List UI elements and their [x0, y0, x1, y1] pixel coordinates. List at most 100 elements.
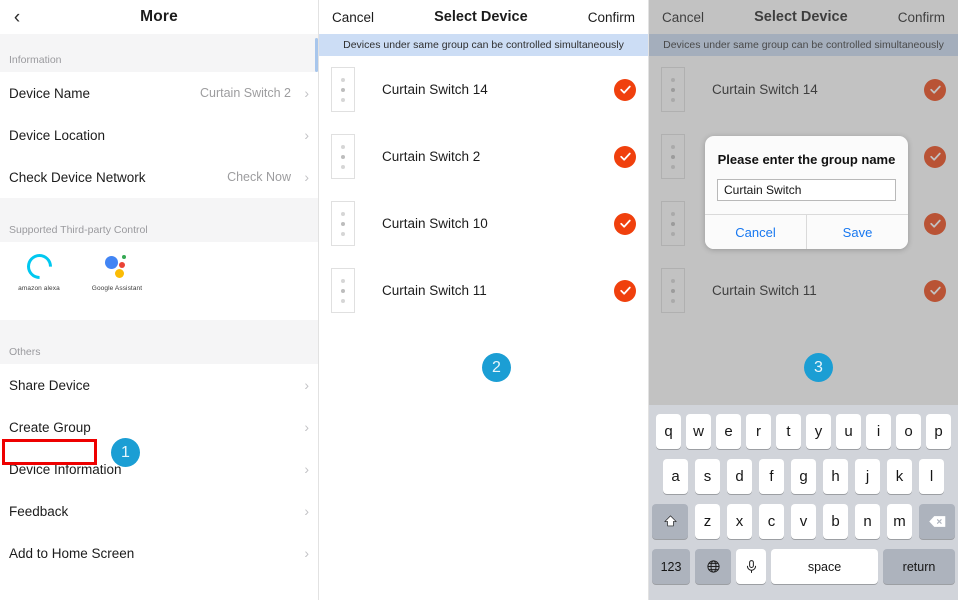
key-e[interactable]: e	[716, 414, 741, 449]
dialog-save-button[interactable]: Save	[806, 215, 908, 249]
row-label: Check Device Network	[9, 170, 227, 185]
dialog-input-wrapper	[705, 179, 908, 214]
key-u[interactable]: u	[836, 414, 861, 449]
key-m[interactable]: m	[887, 504, 912, 539]
chevron-right-icon: ›	[301, 378, 309, 392]
shift-up-icon[interactable]	[652, 504, 688, 539]
select-device-navbar: Cancel Select Device Confirm	[319, 0, 648, 34]
key-x[interactable]: x	[727, 504, 752, 539]
key-z[interactable]: z	[695, 504, 720, 539]
keyboard-row-1: q w e r t y u i o p	[649, 414, 958, 449]
page-title: More	[0, 8, 318, 26]
key-f[interactable]: f	[759, 459, 784, 494]
return-key[interactable]: return	[883, 549, 955, 584]
row-device-location[interactable]: Device Location ›	[0, 114, 318, 156]
dialog-cancel-button[interactable]: Cancel	[705, 215, 806, 249]
device-list-item[interactable]: Curtain Switch 2	[319, 123, 648, 190]
key-j[interactable]: j	[855, 459, 880, 494]
key-q[interactable]: q	[656, 414, 681, 449]
panel-select-device: Cancel Select Device Confirm Devices und…	[318, 0, 648, 600]
row-label: Device Information	[9, 462, 301, 477]
device-name: Curtain Switch 10	[382, 216, 614, 231]
key-y[interactable]: y	[806, 414, 831, 449]
key-k[interactable]: k	[887, 459, 912, 494]
row-label: Create Group	[9, 420, 301, 435]
key-a[interactable]: a	[663, 459, 688, 494]
chevron-right-icon: ›	[301, 504, 309, 518]
select-device-title: Select Device	[434, 9, 528, 25]
backspace-icon[interactable]	[919, 504, 955, 539]
key-t[interactable]: t	[776, 414, 801, 449]
info-banner: Devices under same group can be controll…	[319, 34, 648, 56]
row-feedback[interactable]: Feedback ›	[0, 490, 318, 532]
key-p[interactable]: p	[926, 414, 951, 449]
chevron-right-icon: ›	[301, 462, 309, 476]
confirm-button[interactable]: Confirm	[588, 10, 635, 25]
row-device-information[interactable]: Device Information ›	[0, 448, 318, 490]
keyboard-row-2: a s d f g h j k l	[649, 459, 958, 494]
step-badge-2: 2	[482, 353, 511, 382]
row-share-device[interactable]: Share Device ›	[0, 364, 318, 406]
key-o[interactable]: o	[896, 414, 921, 449]
numbers-key[interactable]: 123	[652, 549, 690, 584]
key-c[interactable]: c	[759, 504, 784, 539]
selected-check-icon[interactable]	[614, 79, 636, 101]
row-label: Device Location	[9, 128, 291, 143]
group-name-input[interactable]	[717, 179, 896, 201]
google-assistant-icon	[104, 254, 131, 279]
curtain-switch-icon	[331, 67, 355, 112]
device-list-item[interactable]: Curtain Switch 14	[319, 56, 648, 123]
key-l[interactable]: l	[919, 459, 944, 494]
row-label: Add to Home Screen	[9, 546, 301, 561]
chevron-right-icon: ›	[301, 546, 309, 560]
device-list-item[interactable]: Curtain Switch 11	[319, 257, 648, 324]
step-badge-1: 1	[111, 438, 140, 467]
selected-check-icon[interactable]	[614, 146, 636, 168]
row-check-device-network[interactable]: Check Device Network Check Now ›	[0, 156, 318, 198]
microphone-icon[interactable]	[736, 549, 766, 584]
selected-check-icon[interactable]	[614, 213, 636, 235]
chevron-right-icon: ›	[301, 170, 309, 184]
device-name: Curtain Switch 11	[382, 283, 614, 298]
keyboard-row-4: 123 space return	[649, 549, 958, 584]
chevron-right-icon: ›	[301, 420, 309, 434]
key-b[interactable]: b	[823, 504, 848, 539]
selected-check-icon[interactable]	[614, 280, 636, 302]
panel-device-more: ‹ More Information Device Name Curtain S…	[0, 0, 318, 600]
row-value: Curtain Switch 2	[200, 86, 291, 100]
row-device-name[interactable]: Device Name Curtain Switch 2 ›	[0, 72, 318, 114]
device-list-item[interactable]: Curtain Switch 10	[319, 190, 648, 257]
space-key[interactable]: space	[771, 549, 878, 584]
on-screen-keyboard: q w e r t y u i o p a s d f g h j k l	[649, 405, 958, 600]
key-d[interactable]: d	[727, 459, 752, 494]
third-party-label: Google Assistant	[92, 285, 142, 292]
cancel-button[interactable]: Cancel	[332, 10, 374, 25]
group-name-dialog: Please enter the group name Cancel Save	[705, 136, 908, 249]
key-g[interactable]: g	[791, 459, 816, 494]
panel-group-name-dialog: Cancel Select Device Confirm Devices und…	[648, 0, 958, 600]
dialog-actions: Cancel Save	[705, 214, 908, 249]
row-label: Share Device	[9, 378, 301, 393]
row-label: Device Name	[9, 86, 200, 101]
keyboard-row-3: z x c v b n m	[649, 504, 958, 539]
row-add-to-home-screen[interactable]: Add to Home Screen ›	[0, 532, 318, 574]
screenshot-root: ‹ More Information Device Name Curtain S…	[0, 0, 958, 600]
key-i[interactable]: i	[866, 414, 891, 449]
key-v[interactable]: v	[791, 504, 816, 539]
chevron-right-icon: ›	[301, 128, 309, 142]
key-r[interactable]: r	[746, 414, 771, 449]
globe-icon[interactable]	[695, 549, 731, 584]
alexa-icon	[21, 249, 56, 284]
key-s[interactable]: s	[695, 459, 720, 494]
key-w[interactable]: w	[686, 414, 711, 449]
third-party-alexa[interactable]: amazon alexa	[0, 254, 78, 292]
key-h[interactable]: h	[823, 459, 848, 494]
section-header-information: Information	[0, 34, 318, 72]
third-party-label: amazon alexa	[18, 285, 60, 292]
third-party-google-assistant[interactable]: Google Assistant	[78, 254, 156, 292]
row-value: Check Now	[227, 170, 291, 184]
row-label: Feedback	[9, 504, 301, 519]
key-n[interactable]: n	[855, 504, 880, 539]
row-create-group[interactable]: Create Group ›	[0, 406, 318, 448]
section-header-others: Others	[0, 320, 318, 364]
